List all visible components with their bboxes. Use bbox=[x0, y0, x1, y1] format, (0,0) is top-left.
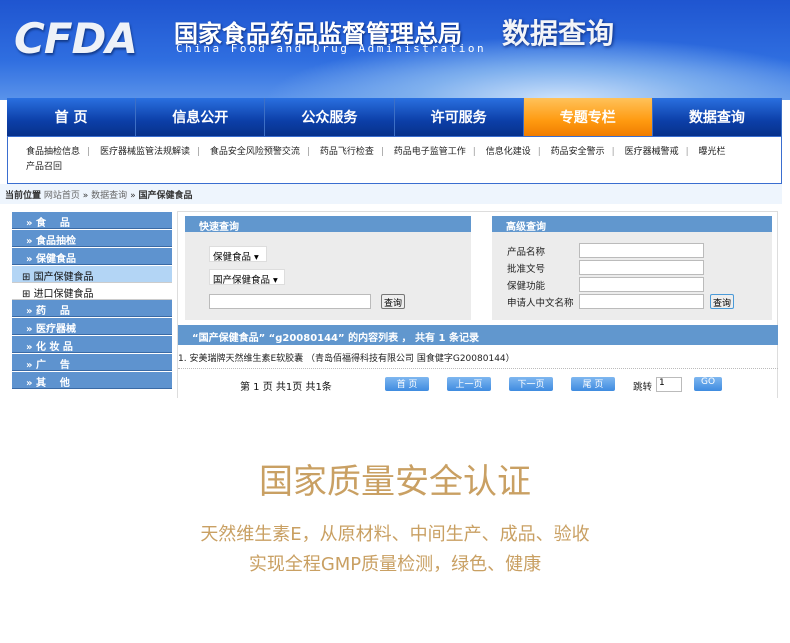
breadcrumb-sep: » bbox=[130, 191, 136, 201]
prev-page-button[interactable]: 上一页 bbox=[447, 377, 491, 391]
applicant-input[interactable] bbox=[579, 294, 704, 309]
last-page-button[interactable]: 尾 页 bbox=[571, 377, 615, 391]
quick-query-title: 快速查询 bbox=[185, 216, 471, 233]
sidebar-item-health-food[interactable]: » 保健食品 bbox=[12, 248, 172, 265]
subnav-link[interactable]: 医疗器械警戒 bbox=[625, 147, 679, 157]
header-banner: CFDA 国家食品药品监督管理总局 China Food and Drug Ad… bbox=[0, 0, 790, 100]
nav-special[interactable]: 专题专栏 bbox=[523, 98, 653, 136]
subnav-link[interactable]: 药品飞行检查 bbox=[320, 147, 374, 157]
sidebar-item-food-sampling[interactable]: » 食品抽检 bbox=[12, 230, 172, 247]
product-name-label: 产品名称 bbox=[507, 247, 546, 258]
main-nav: 首 页 信息公开 公众服务 许可服务 专题专栏 数据查询 bbox=[7, 98, 783, 136]
screenshot: CFDA 国家食品药品监督管理总局 China Food and Drug Ad… bbox=[0, 0, 790, 398]
advanced-query-title: 高级查询 bbox=[492, 216, 772, 233]
approval-number-label: 批准文号 bbox=[507, 264, 546, 275]
page-input[interactable]: 1 bbox=[656, 377, 682, 392]
approval-number-input[interactable] bbox=[579, 260, 704, 275]
subnav-link[interactable]: 信息化建设 bbox=[486, 147, 531, 157]
subnav-link[interactable]: 药品安全警示 bbox=[551, 147, 605, 157]
divider bbox=[178, 368, 778, 369]
sidebar-item-ads[interactable]: » 广 告 bbox=[12, 354, 172, 371]
breadcrumb-current: 国产保健食品 bbox=[138, 191, 193, 201]
sidebar-item-drugs[interactable]: » 药 品 bbox=[12, 300, 172, 317]
results-header: “国产保健食品” “g20080144” 的内容列表 ， 共有 1 条记录 bbox=[178, 325, 778, 345]
subnav-link[interactable]: 食品抽检信息 bbox=[26, 147, 80, 157]
promo-line-2: 实现全程GMP质量检测，绿色、健康 bbox=[248, 554, 542, 575]
applicant-label: 申请人中文名称 bbox=[507, 298, 574, 309]
quick-search-input[interactable] bbox=[209, 294, 371, 309]
nav-license[interactable]: 许可服务 bbox=[395, 98, 524, 136]
nav-info[interactable]: 信息公开 bbox=[136, 98, 266, 136]
sidebar-item-domestic-health-food[interactable]: ⊞ 国产保健食品 bbox=[12, 266, 172, 283]
sidebar-item-devices[interactable]: » 医疗器械 bbox=[12, 318, 172, 335]
promo-title: 国家质量安全认证 bbox=[259, 462, 531, 502]
breadcrumb-data-query[interactable]: 数据查询 bbox=[91, 191, 127, 201]
next-page-button[interactable]: 下一页 bbox=[509, 377, 553, 391]
subcategory-select[interactable]: 国产保健食品 ▾ bbox=[209, 269, 285, 286]
advanced-query-panel: 高级查询 产品名称 批准文号 保健功能 申请人中文名称 查询 bbox=[492, 216, 772, 320]
nav-home[interactable]: 首 页 bbox=[7, 98, 137, 136]
health-function-input[interactable] bbox=[579, 277, 704, 292]
sidebar: » 食 品 » 食品抽检 » 保健食品 ⊞ 国产保健食品 ⊞ 进口保健食品 » … bbox=[12, 212, 172, 390]
jump-label: 跳转 bbox=[633, 382, 653, 393]
product-name-input[interactable] bbox=[579, 243, 704, 258]
breadcrumb-home[interactable]: 网站首页 bbox=[44, 191, 80, 201]
advanced-search-button[interactable]: 查询 bbox=[710, 294, 735, 309]
promo-line-1: 天然维生素E，从原材料、中间生产、成品、验收 bbox=[200, 524, 590, 545]
subnav-link[interactable]: 医疗器械监管法规解读 bbox=[100, 147, 190, 157]
breadcrumb-label: 当前位置 bbox=[5, 191, 42, 201]
quick-search-button[interactable]: 查询 bbox=[381, 294, 406, 309]
go-button[interactable]: GO bbox=[694, 377, 722, 391]
sidebar-item-other[interactable]: » 其 他 bbox=[12, 372, 172, 389]
subnav-link[interactable]: 食品安全风险预警交流 bbox=[210, 147, 300, 157]
sidebar-item-cosmetics[interactable]: » 化 妆 品 bbox=[12, 336, 172, 353]
result-row[interactable]: 1. 安美瑞牌天然维生素E软胶囊 （青岛佰福得科技有限公司 国食健字G20080… bbox=[178, 351, 515, 364]
page-title: 数据查询 bbox=[502, 17, 615, 50]
nav-data-query[interactable]: 数据查询 bbox=[653, 98, 783, 136]
nav-public-service[interactable]: 公众服务 bbox=[265, 98, 395, 136]
agency-title-en: China Food and Drug Administration bbox=[176, 42, 487, 55]
category-select[interactable]: 保健食品 ▾ bbox=[209, 246, 267, 263]
sidebar-item-imported-health-food[interactable]: ⊞ 进口保健食品 bbox=[12, 283, 172, 300]
subnav-link[interactable]: 产品召回 bbox=[26, 162, 62, 172]
health-function-label: 保健功能 bbox=[507, 281, 546, 292]
subnav-link[interactable]: 药品电子监管工作 bbox=[394, 147, 466, 157]
sub-nav: 食品抽检信息 | 医疗器械监管法规解读 | 食品安全风险预警交流 | 药品飞行检查 | … bbox=[7, 136, 782, 184]
pager-info: 第 1 页 共1页 共1条 bbox=[240, 382, 332, 393]
main-content: 快速查询 保健食品 ▾ 国产保健食品 ▾ 查询 高级查询 产品名称 批准文号 保… bbox=[177, 211, 778, 398]
cfda-logo: CFDA bbox=[14, 14, 138, 63]
quick-query-panel: 快速查询 保健食品 ▾ 国产保健食品 ▾ 查询 bbox=[185, 216, 471, 320]
subnav-link[interactable]: 曝光栏 bbox=[699, 147, 726, 157]
first-page-button[interactable]: 首 页 bbox=[385, 377, 429, 391]
breadcrumb: 当前位置 网站首页 » 数据查询 » 国产保健食品 bbox=[0, 184, 782, 204]
breadcrumb-sep: » bbox=[82, 191, 89, 201]
sidebar-item-food[interactable]: » 食 品 bbox=[12, 212, 172, 229]
